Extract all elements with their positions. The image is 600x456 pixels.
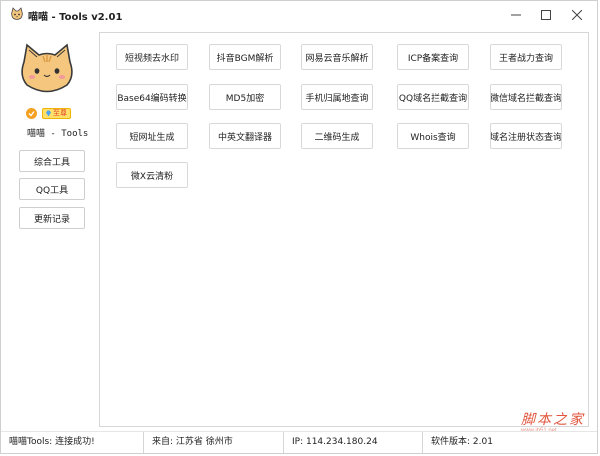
tool-button[interactable]: 微信域名拦截查询 [490,84,562,110]
cat-face-icon [11,7,23,20]
close-button[interactable] [562,1,592,28]
nav-changelog-button[interactable]: 更新记录 [19,207,85,229]
close-icon [572,9,582,20]
tool-button[interactable]: 王者战力查询 [490,44,562,70]
title-bar[interactable]: 喵喵 - Tools v2.01 [1,1,597,28]
minimize-icon [511,14,521,15]
tool-button[interactable]: 短视频去水印 [116,44,188,70]
window-title: 喵喵 - Tools v2.01 [28,12,123,23]
tool-button[interactable]: 网易云音乐解析 [301,44,373,70]
tool-button[interactable]: Whois查询 [397,123,469,149]
status-version: 软件版本: 2.01 [431,437,493,447]
tools-panel: 短视频去水印 抖音BGM解析 网易云音乐解析 ICP备案查询 王者战力查询 Ba… [99,32,589,427]
status-ip: IP: 114.234.180.24 [284,432,423,453]
nav-general-tools-button[interactable]: 综合工具 [19,150,85,172]
status-connection: 喵喵Tools: 连接成功! [1,432,144,453]
nav-qq-tools-button[interactable]: QQ工具 [19,178,85,200]
tool-button[interactable]: 微X云清粉 [116,162,188,188]
app-window: 喵喵 - Tools v2.01 至尊 喵喵 - Tools 综合工具 QQ工具… [0,0,598,454]
watermark-text: 脚本之家 [521,412,585,428]
vip-badge-label: 至尊 [53,108,67,117]
tool-button[interactable]: 手机归属地查询 [301,84,373,110]
user-badges: 至尊 [26,106,71,120]
tool-button[interactable]: MD5加密 [209,84,281,110]
checkmark-badge-icon [26,107,37,119]
tool-button[interactable]: Base64编码转换 [116,84,188,110]
tool-button[interactable]: 短网址生成 [116,123,188,149]
tool-button[interactable]: 中英文翻译器 [209,123,281,149]
tool-button[interactable]: 域名注册状态查询 [490,123,562,149]
status-bar: 喵喵Tools: 连接成功! 来自: 江苏省 徐州市 IP: 114.234.1… [1,431,597,453]
username: 喵喵 - Tools [27,129,89,139]
cat-face-avatar [21,43,73,93]
tool-button[interactable]: ICP备案查询 [397,44,469,70]
tool-button[interactable]: 二维码生成 [301,123,373,149]
checkmark-icon [28,110,35,116]
maximize-icon [541,9,551,20]
vip-badge: 至尊 [42,107,71,119]
tool-button[interactable]: 抖音BGM解析 [209,44,281,70]
status-location: 来自: 江苏省 徐州市 [144,432,284,453]
diamond-icon [46,110,51,116]
minimize-button[interactable] [501,1,531,28]
tool-button[interactable]: QQ域名拦截查询 [397,84,469,110]
maximize-button[interactable] [531,1,561,28]
sidebar: 至尊 喵喵 - Tools 综合工具 QQ工具 更新记录 [1,28,93,428]
